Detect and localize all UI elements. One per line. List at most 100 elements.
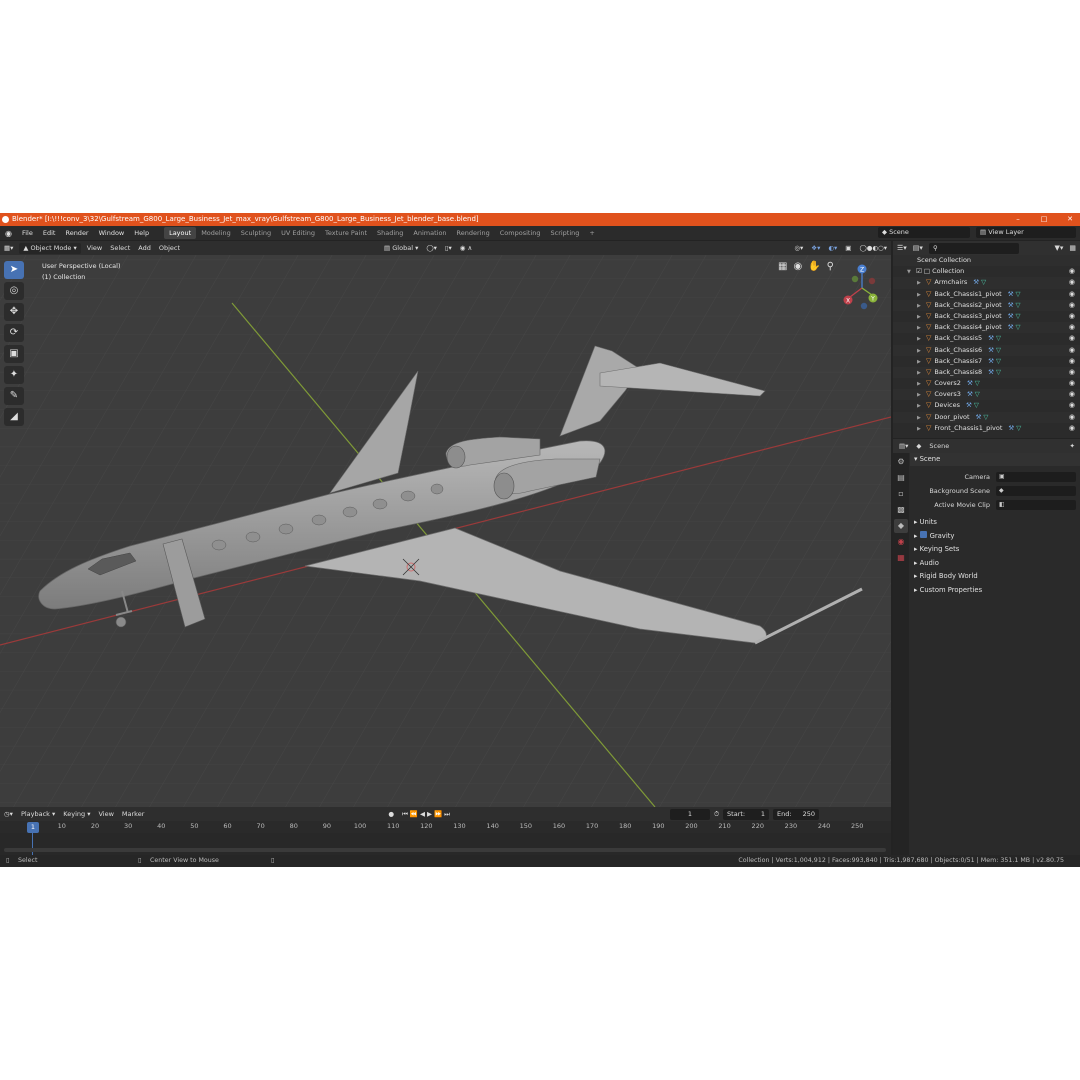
timeline-scrollbar[interactable] bbox=[4, 848, 886, 852]
current-frame-field[interactable]: 1 bbox=[669, 808, 710, 820]
active-movie-clip-field[interactable]: ◧ bbox=[996, 500, 1076, 510]
xray-icon[interactable]: ▣ bbox=[841, 244, 855, 252]
modifier-wrench-icon[interactable]: ⚒ bbox=[967, 390, 973, 398]
menu-help[interactable]: Help bbox=[129, 229, 154, 237]
pin-icon[interactable]: ✦ bbox=[1070, 442, 1075, 450]
menu-keying[interactable]: Keying ▾ bbox=[59, 810, 94, 818]
outliner-item[interactable]: ▶ ▽ Back_Chassis7 ⚒ ▽ ◉ bbox=[893, 356, 1080, 367]
modifier-wrench-icon[interactable]: ⚒ bbox=[976, 413, 982, 421]
camera-view-icon[interactable]: ◉ bbox=[793, 261, 802, 272]
playback-controls[interactable]: ⏮⏪◀▶⏩⏭ bbox=[398, 810, 456, 819]
shading-modes-icon[interactable]: ◯●◐○▾ bbox=[855, 244, 891, 252]
blender-menu-icon[interactable]: ◉ bbox=[0, 229, 17, 238]
tab-compositing[interactable]: Compositing bbox=[495, 227, 546, 239]
mesh-data-icon[interactable]: ▽ bbox=[1016, 424, 1021, 432]
modifier-wrench-icon[interactable]: ⚒ bbox=[1008, 424, 1014, 432]
modifier-wrench-icon[interactable]: ⚒ bbox=[973, 278, 979, 286]
modifier-wrench-icon[interactable]: ⚒ bbox=[988, 368, 994, 376]
tab-scripting[interactable]: Scripting bbox=[546, 227, 585, 239]
visibility-eye-icon[interactable]: ◉ bbox=[1069, 333, 1075, 344]
mesh-data-icon[interactable]: ▽ bbox=[975, 379, 980, 387]
outliner-item[interactable]: ▶ ▽ Door_pivot ⚒ ▽ ◉ bbox=[893, 411, 1080, 423]
gizmo-toggle-icon[interactable]: ❖▾ bbox=[807, 244, 824, 252]
mesh-data-icon[interactable]: ▽ bbox=[996, 357, 1001, 365]
outliner-item[interactable]: ▶ ▽ Back_Chassis6 ⚒ ▽ ◉ bbox=[893, 344, 1080, 356]
visibility-eye-icon[interactable]: ◉ bbox=[1069, 356, 1075, 367]
tab-sculpting[interactable]: Sculpting bbox=[236, 227, 276, 239]
tool-tab-icon[interactable]: ⚙ bbox=[894, 455, 908, 469]
menu-file[interactable]: File bbox=[17, 229, 38, 237]
filter-icon[interactable]: ▼▾ bbox=[1054, 244, 1063, 252]
outliner-item[interactable]: ▶ ▽ Back_Chassis1_pivot ⚒ ▽ ◉ bbox=[893, 289, 1080, 300]
visibility-eye-icon[interactable]: ◉ bbox=[1069, 277, 1075, 288]
rigid-body-world-panel[interactable]: ▸ Rigid Body World bbox=[910, 570, 1080, 584]
tab-animation[interactable]: Animation bbox=[408, 227, 451, 239]
mesh-data-icon[interactable]: ▽ bbox=[1016, 312, 1021, 320]
timeline-editor-type-icon[interactable]: ◷▾ bbox=[0, 810, 17, 818]
visibility-eye-icon[interactable]: ◉ bbox=[1069, 367, 1075, 378]
background-scene-field[interactable]: ◆ bbox=[996, 486, 1076, 496]
outliner-item[interactable]: ▶ ▽ Back_Chassis3_pivot ⚒ ▽ ◉ bbox=[893, 311, 1080, 322]
menu-marker[interactable]: Marker bbox=[118, 810, 148, 818]
outliner-item[interactable]: ▶ ▽ Back_Chassis2_pivot ⚒ ▽ ◉ bbox=[893, 299, 1080, 311]
tab-rendering[interactable]: Rendering bbox=[452, 227, 495, 239]
frame-cursor[interactable]: 1 bbox=[27, 822, 39, 833]
maximize-button[interactable]: □ bbox=[1040, 213, 1048, 226]
scene-collection-row[interactable]: Scene Collection bbox=[893, 255, 1080, 267]
display-mode-icon[interactable]: ▤▾ bbox=[913, 244, 923, 252]
tab-layout[interactable]: Layout bbox=[164, 227, 197, 239]
gravity-checkbox[interactable] bbox=[919, 531, 927, 538]
visibility-eye-icon[interactable]: ◉ bbox=[1069, 322, 1075, 333]
overlay-toggle-icon[interactable]: ◐▾ bbox=[824, 244, 841, 252]
select-box-tool-icon[interactable]: ➤ bbox=[4, 261, 24, 279]
visibility-eye-icon[interactable]: ◉ bbox=[1069, 311, 1075, 322]
outliner-item[interactable]: ▶ ▽ Covers2 ⚒ ▽ ◉ bbox=[893, 378, 1080, 389]
scene-selector[interactable]: ◆ Scene bbox=[878, 227, 970, 238]
mesh-data-icon[interactable]: ▽ bbox=[996, 368, 1001, 376]
zoom-icon[interactable]: ⚲ bbox=[827, 261, 834, 272]
modifier-wrench-icon[interactable]: ⚒ bbox=[966, 401, 972, 409]
outliner-item[interactable]: ▶ ▽ Back_Chassis8 ⚒ ▽ ◉ bbox=[893, 366, 1080, 379]
new-collection-icon[interactable]: ▦ bbox=[1069, 244, 1076, 252]
annotate-tool-icon[interactable]: ✎ bbox=[4, 387, 24, 405]
world-tab-icon[interactable]: ◉ bbox=[894, 535, 908, 549]
mesh-data-icon[interactable]: ▽ bbox=[996, 334, 1001, 342]
expand-arrow-icon[interactable]: ▶ bbox=[917, 424, 926, 435]
menu-timeline-view[interactable]: View bbox=[94, 810, 117, 818]
proportional-edit-icon[interactable]: ◉ ∧ bbox=[456, 244, 477, 252]
menu-select[interactable]: Select bbox=[106, 244, 134, 252]
outliner-item[interactable]: ▶ ▽ Back_Chassis4_pivot ⚒ ▽ ◉ bbox=[893, 322, 1080, 334]
menu-object[interactable]: Object bbox=[155, 244, 184, 252]
visibility-eye-icon[interactable]: ◉ bbox=[1069, 289, 1075, 300]
scale-tool-icon[interactable]: ▣ bbox=[4, 345, 24, 363]
mesh-data-icon[interactable]: ▽ bbox=[974, 401, 979, 409]
modifier-wrench-icon[interactable]: ⚒ bbox=[988, 357, 994, 365]
tab-modeling[interactable]: Modeling bbox=[196, 227, 236, 239]
outliner-item[interactable]: ▶ ▽ Front_Chassis1_pivot ⚒ ▽ ◉ bbox=[893, 423, 1080, 434]
menu-playback[interactable]: Playback ▾ bbox=[17, 810, 59, 818]
outliner-search-input[interactable]: ⚲ bbox=[928, 242, 1019, 254]
transform-orientation-select[interactable]: ▤ Global ▾ bbox=[380, 244, 422, 252]
units-panel[interactable]: ▸ Units bbox=[910, 516, 1080, 530]
visibility-eye-icon[interactable]: ◉ bbox=[1069, 412, 1075, 423]
modifier-wrench-icon[interactable]: ⚒ bbox=[967, 379, 973, 387]
gravity-panel[interactable]: ▸ Gravity bbox=[910, 530, 1080, 544]
tab-texture-paint[interactable]: Texture Paint bbox=[320, 227, 372, 239]
end-frame-field[interactable]: End: 250 bbox=[773, 808, 820, 820]
modifier-wrench-icon[interactable]: ⚒ bbox=[988, 334, 994, 342]
visibility-eye-icon[interactable]: ◉ bbox=[1069, 378, 1075, 389]
keying-sets-panel[interactable]: ▸ Keying Sets bbox=[910, 543, 1080, 557]
close-button[interactable]: ✕ bbox=[1066, 213, 1074, 226]
move-tool-icon[interactable]: ✥ bbox=[4, 303, 24, 321]
menu-edit[interactable]: Edit bbox=[38, 229, 61, 237]
visibility-icon[interactable]: ◎▾ bbox=[790, 244, 807, 252]
mesh-data-icon[interactable]: ▽ bbox=[1016, 290, 1021, 298]
transform-tool-icon[interactable]: ✦ bbox=[4, 366, 24, 384]
output-tab-icon[interactable]: ▫ bbox=[894, 487, 908, 501]
modifier-wrench-icon[interactable]: ⚒ bbox=[1008, 290, 1014, 298]
view-layer-tab-icon[interactable]: ▩ bbox=[894, 503, 908, 517]
camera-field[interactable]: ▣ bbox=[996, 472, 1076, 482]
modifier-wrench-icon[interactable]: ⚒ bbox=[1008, 301, 1014, 309]
modifier-wrench-icon[interactable]: ⚒ bbox=[1008, 312, 1014, 320]
editor-type-icon[interactable]: ▦▾ bbox=[0, 244, 17, 252]
